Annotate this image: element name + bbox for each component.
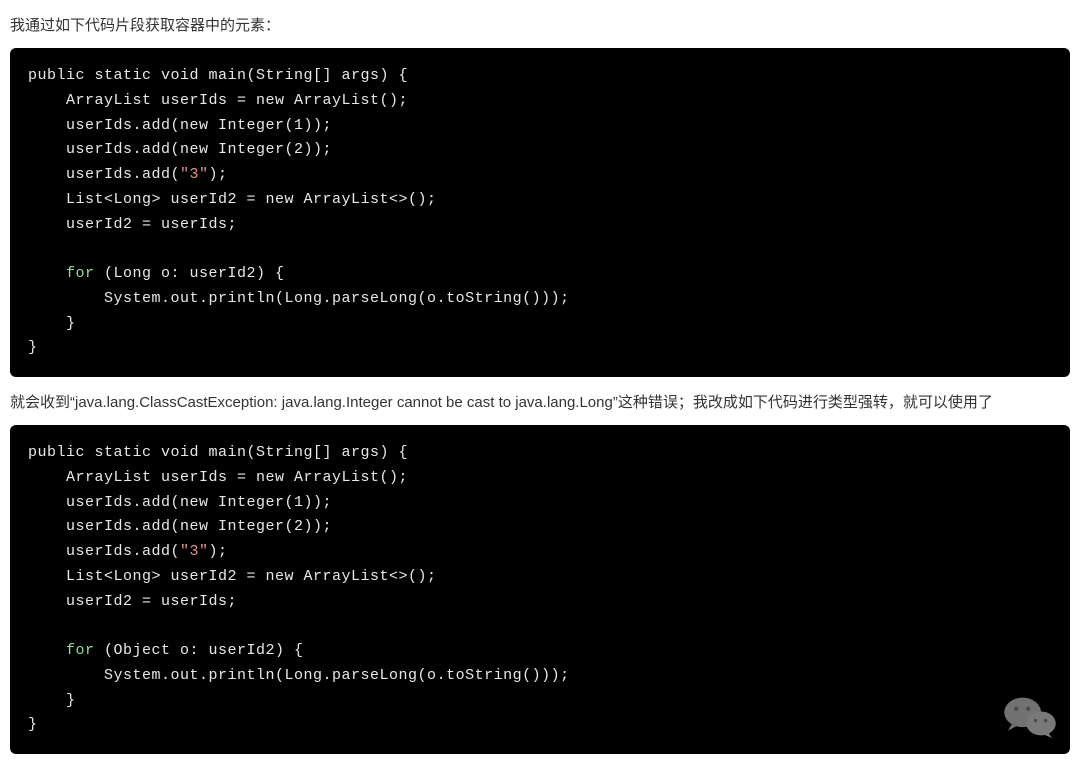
code-line: userId2 = userIds; bbox=[28, 216, 237, 233]
code-line: ); bbox=[209, 166, 228, 183]
code-line: } bbox=[28, 315, 76, 332]
code-line: userIds.add( bbox=[28, 543, 180, 560]
code-line: } bbox=[28, 716, 38, 733]
code-line bbox=[28, 265, 66, 282]
code-line: System.out.println(Long.parseLong(o.toSt… bbox=[28, 290, 570, 307]
code-block-1: public static void main(String[] args) {… bbox=[10, 48, 1070, 377]
code-line: userIds.add(new Integer(1)); bbox=[28, 494, 332, 511]
code-line: userIds.add(new Integer(2)); bbox=[28, 141, 332, 158]
code-line: userIds.add(new Integer(1)); bbox=[28, 117, 332, 134]
code-line: List<Long> userId2 = new ArrayList<>(); bbox=[28, 191, 437, 208]
for-keyword: for bbox=[66, 265, 95, 282]
for-keyword: for bbox=[66, 642, 95, 659]
wechat-icon bbox=[1002, 694, 1058, 745]
code-2-content: public static void main(String[] args) {… bbox=[28, 441, 1052, 738]
code-block-2: public static void main(String[] args) {… bbox=[10, 425, 1070, 754]
code-line: ArrayList userIds = new ArrayList(); bbox=[28, 92, 408, 109]
code-line: public static void main(String[] args) { bbox=[28, 444, 408, 461]
code-1-content: public static void main(String[] args) {… bbox=[28, 64, 1052, 361]
code-line: public static void main(String[] args) { bbox=[28, 67, 408, 84]
code-line bbox=[28, 642, 66, 659]
code-line: (Long o: userId2) { bbox=[95, 265, 285, 282]
code-line: } bbox=[28, 339, 38, 356]
code-line: userIds.add(new Integer(2)); bbox=[28, 518, 332, 535]
error-paragraph: 就会收到“java.lang.ClassCastException: java.… bbox=[10, 391, 1070, 415]
code-line: userId2 = userIds; bbox=[28, 593, 237, 610]
code-line: ArrayList userIds = new ArrayList(); bbox=[28, 469, 408, 486]
code-line: } bbox=[28, 692, 76, 709]
code-line: System.out.println(Long.parseLong(o.toSt… bbox=[28, 667, 570, 684]
string-literal: "3" bbox=[180, 543, 209, 560]
string-literal: "3" bbox=[180, 166, 209, 183]
code-line: (Object o: userId2) { bbox=[95, 642, 304, 659]
code-line: userIds.add( bbox=[28, 166, 180, 183]
code-line: ); bbox=[209, 543, 228, 560]
code-line: List<Long> userId2 = new ArrayList<>(); bbox=[28, 568, 437, 585]
intro-paragraph: 我通过如下代码片段获取容器中的元素： bbox=[10, 14, 1070, 38]
